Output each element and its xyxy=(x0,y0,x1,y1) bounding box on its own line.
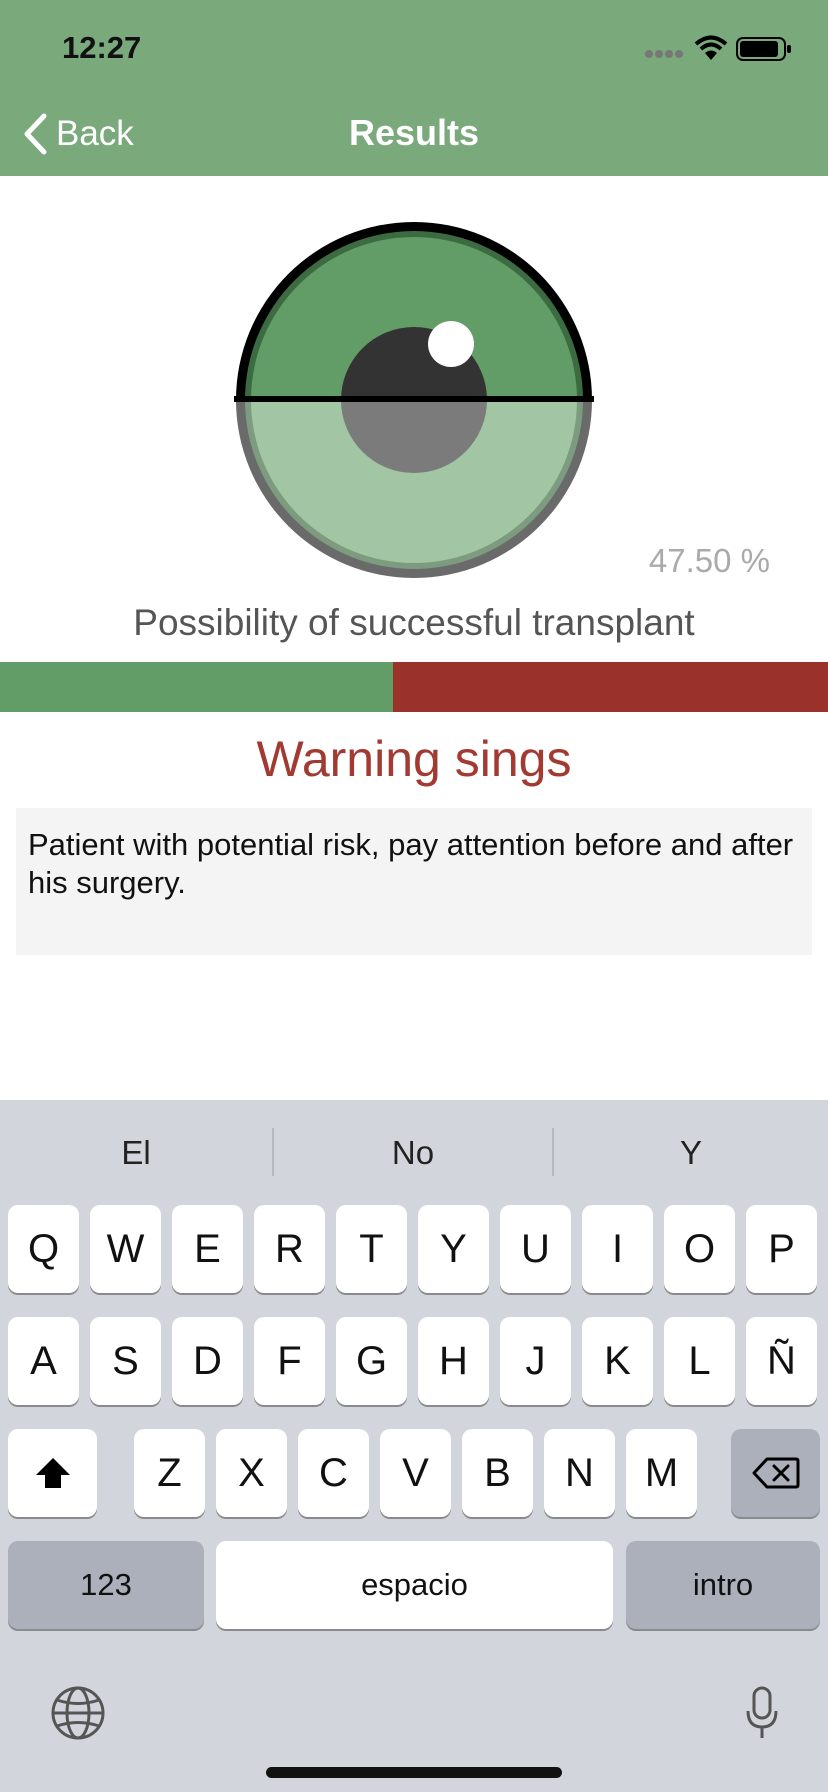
navigation-bar: Back Results xyxy=(0,90,828,176)
globe-icon[interactable] xyxy=(50,1685,106,1741)
signal-icon xyxy=(645,50,683,58)
key-d[interactable]: D xyxy=(172,1317,243,1405)
key-z[interactable]: Z xyxy=(134,1429,205,1517)
key-c[interactable]: C xyxy=(298,1429,369,1517)
key-k[interactable]: K xyxy=(582,1317,653,1405)
key-s[interactable]: S xyxy=(90,1317,161,1405)
eye-gauge xyxy=(234,222,594,578)
numbers-key[interactable]: 123 xyxy=(8,1541,204,1629)
status-bar: 12:27 xyxy=(0,0,828,90)
key-n[interactable]: N xyxy=(544,1429,615,1517)
keyboard: El No Y Q W E R T Y U I O P A S D F G H … xyxy=(0,1100,828,1792)
return-key[interactable]: intro xyxy=(626,1541,820,1629)
key-h[interactable]: H xyxy=(418,1317,489,1405)
warning-message[interactable]: Patient with potential risk, pay attenti… xyxy=(16,808,812,955)
key-a[interactable]: A xyxy=(8,1317,79,1405)
suggestion-1[interactable]: El xyxy=(0,1100,272,1200)
key-p[interactable]: P xyxy=(746,1205,817,1293)
space-key[interactable]: espacio xyxy=(216,1541,613,1629)
key-l[interactable]: L xyxy=(664,1317,735,1405)
risk-bar-success xyxy=(0,662,394,712)
key-o[interactable]: O xyxy=(664,1205,735,1293)
suggestion-3[interactable]: Y xyxy=(554,1100,828,1200)
wifi-icon xyxy=(694,35,728,60)
suggestion-bar: El No Y xyxy=(0,1100,828,1200)
status-time: 12:27 xyxy=(62,30,142,65)
page-title: Results xyxy=(348,112,480,153)
key-u[interactable]: U xyxy=(500,1205,571,1293)
key-r[interactable]: R xyxy=(254,1205,325,1293)
status-icons xyxy=(644,34,794,64)
key-j[interactable]: J xyxy=(500,1317,571,1405)
key-n-tilde[interactable]: Ñ xyxy=(746,1317,817,1405)
risk-bar-failure xyxy=(393,662,828,712)
result-caption: Possibility of successful transplant xyxy=(133,602,695,643)
backspace-icon xyxy=(752,1457,799,1489)
key-e[interactable]: E xyxy=(172,1205,243,1293)
key-i[interactable]: I xyxy=(582,1205,653,1293)
key-m[interactable]: M xyxy=(626,1429,697,1517)
key-b[interactable]: B xyxy=(462,1429,533,1517)
key-g[interactable]: G xyxy=(336,1317,407,1405)
suggestion-2[interactable]: No xyxy=(274,1100,552,1200)
home-indicator xyxy=(266,1767,562,1778)
key-t[interactable]: T xyxy=(336,1205,407,1293)
key-x[interactable]: X xyxy=(216,1429,287,1517)
key-q[interactable]: Q xyxy=(8,1205,79,1293)
key-v[interactable]: V xyxy=(380,1429,451,1517)
shift-icon xyxy=(35,1458,70,1488)
delete-key[interactable] xyxy=(731,1429,820,1517)
microphone-icon[interactable] xyxy=(745,1685,779,1741)
shift-key[interactable] xyxy=(8,1429,97,1517)
success-percent: 47.50 % xyxy=(648,542,770,579)
risk-bar xyxy=(0,662,828,712)
key-w[interactable]: W xyxy=(90,1205,161,1293)
warning-title: Warning sings xyxy=(256,731,572,787)
key-f[interactable]: F xyxy=(254,1317,325,1405)
key-y[interactable]: Y xyxy=(418,1205,489,1293)
battery-icon xyxy=(736,37,791,61)
